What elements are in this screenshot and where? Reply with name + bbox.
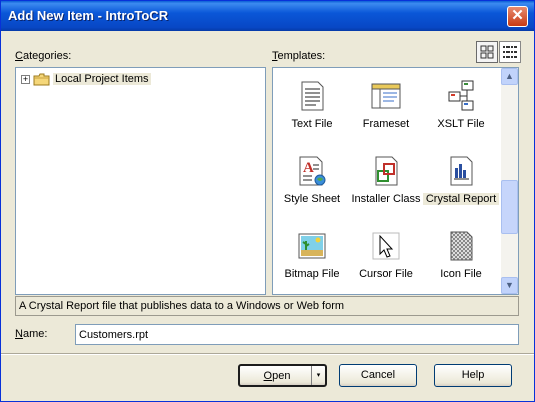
- expand-icon[interactable]: +: [21, 74, 30, 84]
- svg-text:A: A: [303, 160, 314, 176]
- template-label: Frameset: [362, 118, 410, 130]
- template-installer-class[interactable]: Installer Class: [348, 155, 424, 205]
- scroll-down-icon: ▼: [505, 280, 514, 290]
- scroll-down-button[interactable]: ▼: [501, 277, 518, 294]
- add-new-item-dialog: Add New Item - IntroToCR ✕ Categories: +…: [0, 0, 535, 402]
- open-accel: O: [263, 370, 273, 382]
- small-icons-view-icon: [503, 46, 517, 58]
- open-dropdown-arrow[interactable]: ▾: [311, 366, 325, 385]
- style-sheet-icon: A: [296, 155, 328, 187]
- tree-item-label: Local Project Items: [53, 73, 151, 85]
- template-label: Style Sheet: [283, 193, 341, 205]
- close-button[interactable]: ✕: [507, 6, 528, 27]
- template-label: Crystal Report: [423, 193, 499, 205]
- text-file-icon: [296, 80, 328, 112]
- cancel-button[interactable]: Cancel: [339, 364, 417, 387]
- scroll-up-icon: ▲: [505, 71, 514, 81]
- template-frameset[interactable]: Frameset: [348, 80, 424, 130]
- template-description: A Crystal Report file that publishes dat…: [15, 296, 519, 316]
- tree-item-local-project-items[interactable]: + Local Project Items: [21, 71, 151, 87]
- xslt-file-icon: [445, 80, 477, 112]
- template-label: Cursor File: [359, 268, 413, 280]
- template-label: Text File: [291, 118, 333, 130]
- installer-class-icon: [370, 155, 402, 187]
- template-text-file[interactable]: Text File: [274, 80, 350, 130]
- chevron-down-icon: ▾: [316, 372, 321, 379]
- template-crystal-report[interactable]: Crystal Report: [423, 155, 499, 205]
- template-icon-file[interactable]: Icon File: [423, 230, 499, 280]
- template-label: Icon File: [440, 268, 482, 280]
- templates-scrollbar[interactable]: ▲ ▼: [501, 68, 518, 294]
- icon-file-icon: [445, 230, 477, 262]
- categories-label: Categories:: [15, 50, 72, 62]
- title-bar[interactable]: Add New Item - IntroToCR ✕: [1, 1, 534, 31]
- name-input[interactable]: [75, 324, 519, 345]
- template-label: XSLT File: [437, 118, 485, 130]
- template-label: Installer Class: [351, 193, 421, 205]
- folder-icon: [33, 73, 50, 86]
- help-button[interactable]: Help: [434, 364, 512, 387]
- templates-label: Templates:: [272, 50, 326, 62]
- open-label: pen: [272, 370, 291, 382]
- cursor-file-icon: [370, 230, 402, 262]
- open-button[interactable]: Open ▾: [238, 364, 327, 387]
- large-icons-view-button[interactable]: [476, 41, 498, 63]
- small-icons-view-button[interactable]: [499, 41, 521, 63]
- close-icon: ✕: [511, 7, 524, 24]
- template-label: Bitmap File: [284, 268, 340, 280]
- large-icons-view-icon: [480, 45, 494, 59]
- categories-tree[interactable]: + Local Project Items: [15, 67, 266, 295]
- frameset-icon: [370, 80, 402, 112]
- template-bitmap-file[interactable]: Bitmap File: [274, 230, 350, 280]
- scroll-thumb[interactable]: [501, 180, 518, 234]
- separator: [1, 353, 534, 355]
- scroll-up-button[interactable]: ▲: [501, 68, 518, 85]
- crystal-report-icon: [445, 155, 477, 187]
- window-title: Add New Item - IntroToCR: [8, 8, 169, 23]
- templates-list[interactable]: Text File Frameset XSLT File A Style She…: [272, 67, 519, 295]
- template-xslt-file[interactable]: XSLT File: [423, 80, 499, 130]
- template-cursor-file[interactable]: Cursor File: [348, 230, 424, 280]
- bitmap-file-icon: [296, 230, 328, 262]
- template-style-sheet[interactable]: A Style Sheet: [274, 155, 350, 205]
- name-label: Name:: [15, 328, 48, 340]
